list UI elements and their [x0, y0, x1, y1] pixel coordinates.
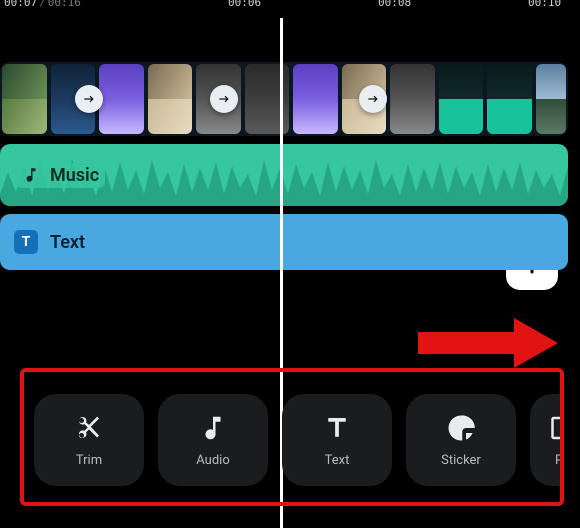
sticker-button[interactable]: Sticker — [406, 394, 516, 486]
video-clip[interactable] — [536, 64, 566, 134]
time-tick: 00:10 — [528, 0, 561, 9]
video-clip[interactable] — [390, 64, 435, 134]
tool-label: PIP — [555, 453, 564, 468]
editor-toolbar: Trim Audio Text Sticker PIP — [20, 368, 564, 506]
video-clip[interactable] — [293, 64, 338, 134]
transition-button[interactable] — [210, 85, 238, 113]
tool-label: Audio — [196, 453, 229, 468]
music-track-label: Music — [50, 165, 99, 186]
video-clip[interactable] — [2, 64, 47, 134]
video-clip[interactable] — [439, 64, 484, 134]
tool-label: Trim — [76, 453, 102, 468]
text-track-label: Text — [50, 232, 85, 253]
playhead-time: 00:07/00:16 — [4, 0, 81, 9]
transition-button[interactable] — [75, 85, 103, 113]
text-button[interactable]: Text — [282, 394, 392, 486]
scissors-icon — [74, 413, 104, 443]
video-clip[interactable] — [99, 64, 144, 134]
annotation-arrow-icon — [418, 318, 558, 368]
text-track[interactable]: T Text — [0, 214, 568, 270]
current-time: 00:07 — [4, 0, 37, 9]
tool-label: Sticker — [441, 453, 481, 468]
music-note-icon — [198, 413, 228, 443]
music-note-icon — [22, 166, 40, 184]
time-tick: 00:08 — [378, 0, 411, 9]
tool-label: Text — [325, 453, 350, 468]
trim-button[interactable]: Trim — [34, 394, 144, 486]
timeline-ruler[interactable]: 00:07/00:16 00:06 00:08 00:10 — [0, 0, 580, 14]
text-icon — [322, 413, 352, 443]
video-clip[interactable] — [487, 64, 532, 134]
total-duration: 00:16 — [48, 0, 81, 9]
video-editor-screen: 00:07/00:16 00:06 00:08 00:10 Music — [0, 0, 580, 528]
video-clip[interactable] — [148, 64, 193, 134]
transition-button[interactable] — [359, 85, 387, 113]
sticker-icon — [446, 413, 476, 443]
pip-button[interactable]: PIP — [530, 394, 564, 486]
music-track[interactable]: Music — [0, 144, 568, 206]
picture-in-picture-icon — [550, 413, 564, 443]
audio-button[interactable]: Audio — [158, 394, 268, 486]
text-badge-icon: T — [14, 230, 38, 254]
time-tick: 00:06 — [228, 0, 261, 9]
